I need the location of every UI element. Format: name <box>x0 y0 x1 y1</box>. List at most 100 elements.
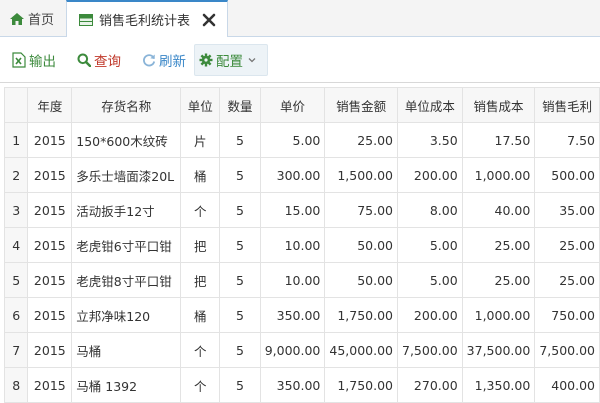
item-name-cell: 马桶 1392 <box>71 367 182 403</box>
item-name-cell: 马桶 <box>71 332 182 368</box>
sales-cost-cell: 25.00 <box>461 262 536 298</box>
row-number-cell: 7 <box>3 332 29 368</box>
row-number-cell: 5 <box>3 262 29 298</box>
unit-cell: 桶 <box>180 297 221 333</box>
year-cell: 2015 <box>27 297 73 333</box>
table-row[interactable]: 2 2015 多乐士墙面漆20L 桶 5 300.00 1,500.00 200.00 1,00… <box>3 157 600 193</box>
quantity-cell: 5 <box>219 122 261 158</box>
gear-icon <box>199 53 213 67</box>
year-header[interactable]: 年度 <box>27 87 73 123</box>
sales-amount-cell: 1,750.00 <box>324 367 398 403</box>
unit-price-cell: 10.00 <box>259 262 326 298</box>
close-icon[interactable] <box>202 13 216 27</box>
query-button[interactable]: 查询 <box>73 44 125 76</box>
table-row[interactable]: 5 2015 老虎钳8寸平口钳把 5 10.00 50.00 5.00 25.00 25.00 <box>3 262 600 298</box>
row-number-cell: 6 <box>3 297 29 333</box>
unit-price-cell: 9,000.00 <box>259 332 326 368</box>
refresh-button[interactable]: 刷新 <box>138 44 190 76</box>
item-name-cell: 老虎钳6寸平口钳 <box>71 227 182 263</box>
gross-profit-cell: 7,500.00 <box>534 332 600 368</box>
unit-price-cell: 10.00 <box>259 227 326 263</box>
sales-amount-cell: 1,500.00 <box>324 157 398 193</box>
sales-cost-cell: 25.00 <box>461 227 536 263</box>
unit-cost-header[interactable]: 单位成本 <box>397 87 463 123</box>
unit-cost-cell: 7,500.00 <box>397 332 463 368</box>
year-cell: 2015 <box>27 192 73 228</box>
gross-profit-cell: 400.00 <box>534 367 600 403</box>
home-icon <box>10 12 24 25</box>
year-cell: 2015 <box>27 157 73 193</box>
unit-cell: 片 <box>180 122 221 158</box>
quantity-header[interactable]: 数量 <box>219 87 261 123</box>
sales-cost-cell: 1,350.00 <box>461 367 536 403</box>
sales-amount-cell: 50.00 <box>324 262 398 298</box>
sales-gross-profit-table: 年度 存货名称 单位 数量 单价 销售金额 单位成本 销售成本 销售毛利 1 2015 150*60… <box>3 87 600 403</box>
table-row[interactable]: 6 2015 立邦净味120 桶 5 350.00 1,750.00 200.00 1,000.… <box>3 297 600 333</box>
sales-amount-header[interactable]: 销售金额 <box>324 87 398 123</box>
row-number-cell: 1 <box>3 122 29 158</box>
table-body: 1 2015 150*600木纹砖片 5 5.00 25.00 3.50 17.50 7.50 2… <box>3 122 600 403</box>
item-name-cell: 活动扳手12寸 <box>71 192 182 228</box>
table-row[interactable]: 7 2015 马桶个 5 9,000.00 45,000.00 7,500.00 37,500… <box>3 332 600 368</box>
unit-cell: 把 <box>180 227 221 263</box>
item-name-header[interactable]: 存货名称 <box>71 87 182 123</box>
year-cell: 2015 <box>27 332 73 368</box>
tab-sales-gross-profit[interactable]: 销售毛利统计表 <box>66 0 228 38</box>
sales-cost-cell: 37,500.00 <box>461 332 536 368</box>
unit-cost-cell: 270.00 <box>397 367 463 403</box>
sales-amount-cell: 45,000.00 <box>324 332 398 368</box>
unit-price-header[interactable]: 单价 <box>259 87 326 123</box>
unit-cost-cell: 200.00 <box>397 297 463 333</box>
toolbar: 输出 查询 刷新 配置 <box>0 37 600 83</box>
sales-cost-cell: 1,000.00 <box>461 157 536 193</box>
unit-price-cell: 350.00 <box>259 367 326 403</box>
tab-home[interactable]: 首页 <box>0 0 64 37</box>
year-cell: 2015 <box>27 122 73 158</box>
row-number-cell: 4 <box>3 227 29 263</box>
sales-amount-cell: 75.00 <box>324 192 398 228</box>
unit-cell: 个 <box>180 367 221 403</box>
unit-price-cell: 350.00 <box>259 297 326 333</box>
year-cell: 2015 <box>27 367 73 403</box>
gross-profit-cell: 7.50 <box>534 122 600 158</box>
table-row[interactable]: 1 2015 150*600木纹砖片 5 5.00 25.00 3.50 17.50 7.50 <box>3 122 600 158</box>
sales-amount-cell: 25.00 <box>324 122 398 158</box>
unit-cell: 桶 <box>180 157 221 193</box>
quantity-cell: 5 <box>219 192 261 228</box>
gross-profit-cell: 500.00 <box>534 157 600 193</box>
sales-cost-cell: 17.50 <box>461 122 536 158</box>
table-row[interactable]: 8 2015 马桶 1392 个 5 350.00 1,750.00 270.00 1,350.… <box>3 367 600 403</box>
refresh-icon <box>143 54 156 67</box>
item-name-cell: 150*600木纹砖 <box>71 122 182 158</box>
gross-profit-cell: 25.00 <box>534 227 600 263</box>
chevron-down-icon <box>248 58 256 63</box>
quantity-cell: 5 <box>219 332 261 368</box>
refresh-label: 刷新 <box>159 54 186 70</box>
unit-price-cell: 15.00 <box>259 192 326 228</box>
quantity-cell: 5 <box>219 157 261 193</box>
table-row[interactable]: 4 2015 老虎钳6寸平口钳把 5 10.00 50.00 5.00 25.00 25.00 <box>3 227 600 263</box>
sales-amount-cell: 50.00 <box>324 227 398 263</box>
gross-profit-header[interactable]: 销售毛利 <box>534 87 600 123</box>
table-row[interactable]: 3 2015 活动扳手12寸个 5 15.00 75.00 8.00 40.00 35.00 <box>3 192 600 228</box>
sales-cost-header[interactable]: 销售成本 <box>461 87 536 123</box>
unit-cost-cell: 3.50 <box>397 122 463 158</box>
quantity-cell: 5 <box>219 227 261 263</box>
tab-home-label: 首页 <box>28 13 55 28</box>
row-number-header[interactable] <box>3 87 29 123</box>
unit-price-cell: 5.00 <box>259 122 326 158</box>
unit-cost-cell: 200.00 <box>397 157 463 193</box>
quantity-cell: 5 <box>219 297 261 333</box>
export-button[interactable]: 输出 <box>8 44 60 76</box>
unit-cost-cell: 5.00 <box>397 262 463 298</box>
item-name-cell: 立邦净味120 <box>71 297 182 333</box>
export-label: 输出 <box>29 54 56 70</box>
config-dropdown-button[interactable]: 配置 <box>194 44 268 76</box>
unit-header[interactable]: 单位 <box>180 87 221 123</box>
tab-bar: 首页 销售毛利统计表 <box>0 0 600 38</box>
quantity-cell: 5 <box>219 367 261 403</box>
excel-icon <box>12 52 26 68</box>
table-header-row: 年度 存货名称 单位 数量 单价 销售金额 单位成本 销售成本 销售毛利 <box>3 87 600 123</box>
tab-active-label: 销售毛利统计表 <box>99 14 191 29</box>
gross-profit-cell: 25.00 <box>534 262 600 298</box>
